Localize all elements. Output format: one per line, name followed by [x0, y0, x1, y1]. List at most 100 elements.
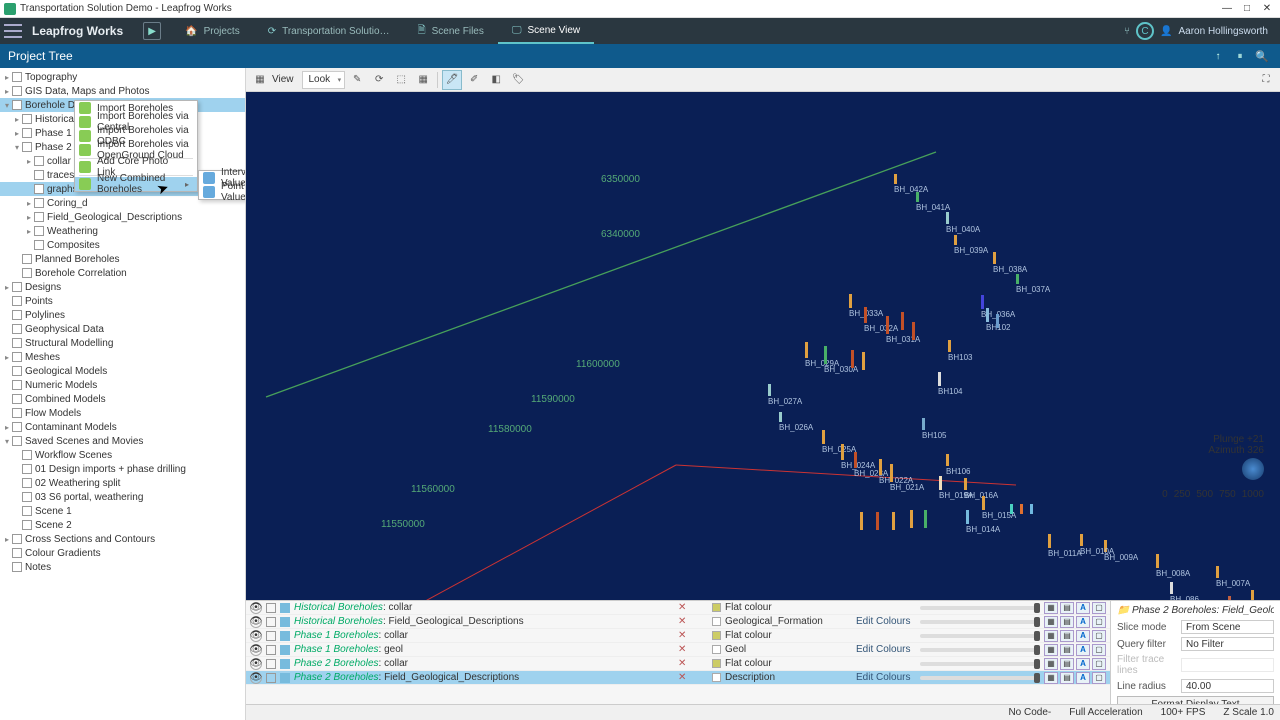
- tree-twisty-icon[interactable]: ▸: [24, 156, 34, 166]
- search-icon[interactable]: 🔍: [1252, 46, 1272, 66]
- tree-twisty-icon[interactable]: [2, 562, 12, 572]
- layer-checkbox[interactable]: [266, 631, 276, 641]
- tree-item[interactable]: Notes: [0, 560, 245, 574]
- layer-btn-d[interactable]: ▢: [1092, 602, 1106, 614]
- tree-twisty-icon[interactable]: ▾: [2, 100, 12, 110]
- layer-row[interactable]: 👁Historical Boreholes: Field_Geological_…: [246, 615, 1110, 629]
- tree-item[interactable]: Geophysical Data: [0, 322, 245, 336]
- tree-twisty-icon[interactable]: [24, 240, 34, 250]
- tree-twisty-icon[interactable]: [12, 450, 22, 460]
- borehole-marker[interactable]: BH104: [938, 372, 962, 396]
- layer-colour-mode[interactable]: Geol: [712, 644, 852, 655]
- tool-tag-icon[interactable]: 🏷: [508, 70, 528, 90]
- borehole-marker[interactable]: [1020, 504, 1023, 514]
- borehole-marker[interactable]: [912, 322, 915, 340]
- edit-colours-link[interactable]: Edit Colours: [856, 616, 916, 627]
- layer-btn-a[interactable]: ▦: [1044, 644, 1058, 656]
- query-filter-dropdown[interactable]: No Filter: [1181, 637, 1274, 651]
- tool-draw-icon[interactable]: ✐: [464, 70, 484, 90]
- layer-row[interactable]: 👁Historical Boreholes: collar✕Flat colou…: [246, 601, 1110, 615]
- tree-item[interactable]: ▸Meshes: [0, 350, 245, 364]
- layer-btn-c[interactable]: A: [1076, 658, 1090, 670]
- borehole-marker[interactable]: BH_011A: [1048, 534, 1082, 558]
- hamburger-icon[interactable]: [4, 24, 22, 38]
- layer-btn-c[interactable]: A: [1076, 616, 1090, 628]
- look-dropdown[interactable]: Look: [302, 71, 346, 89]
- borehole-marker[interactable]: BH_021A: [890, 464, 924, 492]
- play-icon[interactable]: ▶: [143, 22, 161, 40]
- tree-item[interactable]: ▾Saved Scenes and Movies: [0, 434, 245, 448]
- tree-twisty-icon[interactable]: ▸: [2, 352, 12, 362]
- app-tab[interactable]: 🏠Projects: [171, 18, 254, 44]
- tree-item[interactable]: Numeric Models: [0, 378, 245, 392]
- layer-btn-d[interactable]: ▢: [1092, 630, 1106, 642]
- close-button[interactable]: ✕: [1258, 2, 1276, 16]
- menu-item[interactable]: Import Boreholes via OpenGround Cloud: [75, 143, 197, 157]
- layer-btn-c[interactable]: A: [1076, 672, 1090, 684]
- tree-item[interactable]: 02 Weathering split: [0, 476, 245, 490]
- tree-checkbox[interactable]: [12, 548, 22, 558]
- tree-checkbox[interactable]: [34, 240, 44, 250]
- tree-twisty-icon[interactable]: ▾: [12, 142, 22, 152]
- tree-checkbox[interactable]: [34, 226, 44, 236]
- tree-item[interactable]: Planned Boreholes: [0, 252, 245, 266]
- tree-twisty-icon[interactable]: [12, 506, 22, 516]
- context-menu[interactable]: Import BoreholesImport Boreholes via Cen…: [74, 100, 198, 192]
- layer-checkbox[interactable]: [266, 673, 276, 683]
- tree-item[interactable]: Points: [0, 294, 245, 308]
- tree-twisty-icon[interactable]: ▸: [24, 198, 34, 208]
- tool-grid-icon[interactable]: ▦: [413, 70, 433, 90]
- menu-item[interactable]: New Combined Boreholes▸: [75, 177, 197, 191]
- layer-colour-mode[interactable]: Flat colour: [712, 658, 852, 669]
- tree-checkbox[interactable]: [22, 268, 32, 278]
- tree-item[interactable]: ▸Topography: [0, 70, 245, 84]
- opacity-slider[interactable]: [920, 648, 1040, 652]
- borehole-marker[interactable]: [1030, 504, 1033, 514]
- tree-twisty-icon[interactable]: [2, 548, 12, 558]
- remove-layer-icon[interactable]: ✕: [678, 672, 690, 683]
- layer-btn-a[interactable]: ▦: [1044, 630, 1058, 642]
- borehole-marker[interactable]: BH_037A: [1016, 274, 1050, 294]
- tree-item[interactable]: ▸Cross Sections and Contours: [0, 532, 245, 546]
- layer-colour-mode[interactable]: Description: [712, 672, 852, 683]
- borehole-marker[interactable]: [910, 510, 913, 528]
- tree-item[interactable]: 03 S6 portal, weathering: [0, 490, 245, 504]
- tree-checkbox[interactable]: [12, 72, 22, 82]
- tree-checkbox[interactable]: [12, 394, 22, 404]
- tree-twisty-icon[interactable]: [12, 492, 22, 502]
- remove-layer-icon[interactable]: ✕: [678, 630, 690, 641]
- tree-item[interactable]: ▸Contaminant Models: [0, 420, 245, 434]
- borehole-marker[interactable]: BH105: [922, 418, 946, 440]
- tree-twisty-icon[interactable]: [12, 464, 22, 474]
- layer-colour-mode[interactable]: Flat colour: [712, 630, 852, 641]
- layer-btn-b[interactable]: ▤: [1060, 658, 1074, 670]
- borehole-marker[interactable]: BH_007A: [1216, 566, 1250, 588]
- borehole-marker[interactable]: BH_038A: [993, 252, 1027, 274]
- layer-row[interactable]: 👁Phase 2 Boreholes: Field_Geological_Des…: [246, 671, 1110, 685]
- layer-checkbox[interactable]: [266, 659, 276, 669]
- edit-colours-link[interactable]: Edit Colours: [856, 644, 916, 655]
- layer-row[interactable]: 👁Phase 2 Boreholes: collar✕Flat colour▦▤…: [246, 657, 1110, 671]
- app-tab[interactable]: ⟳Transportation Solutio…: [254, 18, 404, 44]
- tree-twisty-icon[interactable]: [2, 324, 12, 334]
- borehole-marker[interactable]: [1010, 504, 1013, 514]
- tree-twisty-icon[interactable]: [2, 366, 12, 376]
- layer-btn-d[interactable]: ▢: [1092, 616, 1106, 628]
- tree-checkbox[interactable]: [22, 142, 32, 152]
- tree-twisty-icon[interactable]: [12, 254, 22, 264]
- borehole-marker[interactable]: BH_042A: [894, 174, 928, 194]
- layer-row[interactable]: 👁Phase 1 Boreholes: collar✕Flat colour▦▤…: [246, 629, 1110, 643]
- layer-btn-a[interactable]: ▦: [1044, 602, 1058, 614]
- tree-item[interactable]: Scene 2: [0, 518, 245, 532]
- borehole-marker[interactable]: BH106: [946, 454, 970, 476]
- layer-row[interactable]: 👁Phase 1 Boreholes: geol✕GeolEdit Colour…: [246, 643, 1110, 657]
- tree-twisty-icon[interactable]: [12, 520, 22, 530]
- tree-item[interactable]: Combined Models: [0, 392, 245, 406]
- tree-checkbox[interactable]: [22, 128, 32, 138]
- layer-checkbox[interactable]: [266, 617, 276, 627]
- opacity-slider[interactable]: [920, 676, 1040, 680]
- tree-twisty-icon[interactable]: ▸: [12, 128, 22, 138]
- tool-pencil-icon[interactable]: ✎: [347, 70, 367, 90]
- minimize-button[interactable]: —: [1218, 2, 1236, 16]
- tool-marker-icon[interactable]: 🖊: [442, 70, 462, 90]
